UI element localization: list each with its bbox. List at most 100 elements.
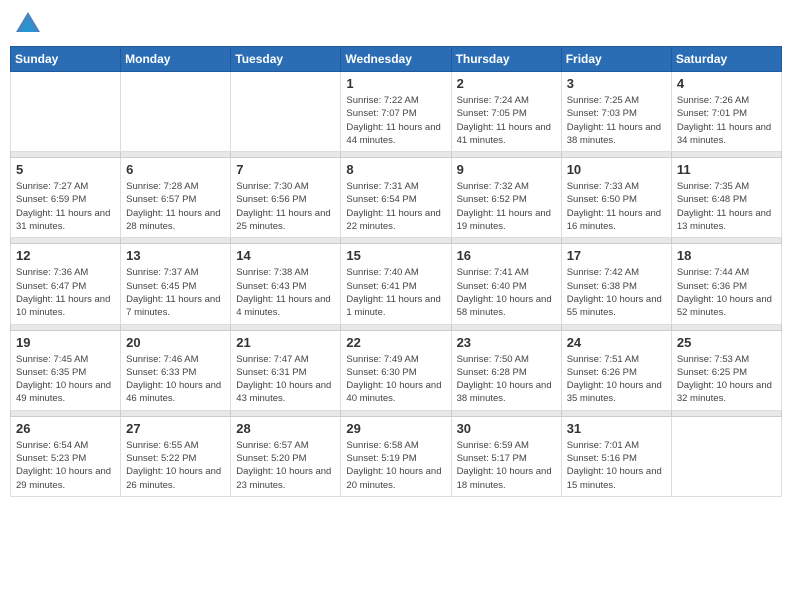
day-info: Sunrise: 7:44 AMSunset: 6:36 PMDaylight:… (677, 266, 776, 319)
day-number: 4 (677, 76, 776, 91)
day-number: 14 (236, 248, 335, 263)
day-info: Sunrise: 6:55 AMSunset: 5:22 PMDaylight:… (126, 439, 225, 492)
calendar-cell: 9 Sunrise: 7:32 AMSunset: 6:52 PMDaylight… (451, 158, 561, 238)
day-number: 13 (126, 248, 225, 263)
day-number: 7 (236, 162, 335, 177)
day-number: 11 (677, 162, 776, 177)
day-info: Sunrise: 7:38 AMSunset: 6:43 PMDaylight:… (236, 266, 335, 319)
weekday-header-monday: Monday (121, 47, 231, 72)
day-info: Sunrise: 7:22 AMSunset: 7:07 PMDaylight:… (346, 94, 445, 147)
day-number: 2 (457, 76, 556, 91)
day-number: 19 (16, 335, 115, 350)
day-number: 15 (346, 248, 445, 263)
day-number: 6 (126, 162, 225, 177)
calendar-cell: 3Sunrise: 7:25 AMSunset: 7:03 PMDaylight… (561, 72, 671, 152)
day-info: Sunrise: 7:53 AMSunset: 6:25 PMDaylight:… (677, 353, 776, 406)
day-number: 5 (16, 162, 115, 177)
day-info: Sunrise: 7:30 AMSunset: 6:56 PMDaylight:… (236, 180, 335, 233)
day-info: Sunrise: 7:47 AMSunset: 6:31 PMDaylight:… (236, 353, 335, 406)
day-info: Sunrise: 7:41 AMSunset: 6:40 PMDaylight:… (457, 266, 556, 319)
calendar-cell: 24Sunrise: 7:51 AMSunset: 6:26 PMDayligh… (561, 330, 671, 410)
day-info: Sunrise: 7:45 AMSunset: 6:35 PMDaylight:… (16, 353, 115, 406)
weekday-header-saturday: Saturday (671, 47, 781, 72)
weekday-header-thursday: Thursday (451, 47, 561, 72)
calendar-cell: 1Sunrise: 7:22 AMSunset: 7:07 PMDaylight… (341, 72, 451, 152)
day-number: 22 (346, 335, 445, 350)
calendar-cell (11, 72, 121, 152)
day-info: Sunrise: 7:32 AMSunset: 6:52 PMDaylight:… (457, 180, 556, 233)
day-number: 29 (346, 421, 445, 436)
calendar-cell: 4 Sunrise: 7:26 AMSunset: 7:01 PMDaylight… (671, 72, 781, 152)
day-info: Sunrise: 7:01 AMSunset: 5:16 PMDaylight:… (567, 439, 666, 492)
day-info: Sunrise: 7:26 AMSunset: 7:01 PMDaylight:… (677, 94, 776, 147)
calendar-cell: 11 Sunrise: 7:35 AMSunset: 6:48 PMDayligh… (671, 158, 781, 238)
logo-icon (14, 10, 42, 38)
calendar-cell: 7 Sunrise: 7:30 AMSunset: 6:56 PMDaylight… (231, 158, 341, 238)
calendar-cell: 19 Sunrise: 7:45 AMSunset: 6:35 PMDayligh… (11, 330, 121, 410)
calendar-cell: 12Sunrise: 7:36 AMSunset: 6:47 PMDayligh… (11, 244, 121, 324)
calendar-cell (121, 72, 231, 152)
day-info: Sunrise: 7:28 AMSunset: 6:57 PMDaylight:… (126, 180, 225, 233)
day-number: 20 (126, 335, 225, 350)
calendar-cell: 8 Sunrise: 7:31 AMSunset: 6:54 PMDaylight… (341, 158, 451, 238)
day-number: 18 (677, 248, 776, 263)
day-number: 27 (126, 421, 225, 436)
day-number: 24 (567, 335, 666, 350)
page-header (10, 10, 782, 38)
day-number: 28 (236, 421, 335, 436)
calendar-cell: 25 Sunrise: 7:53 AMSunset: 6:25 PMDayligh… (671, 330, 781, 410)
day-info: Sunrise: 7:40 AMSunset: 6:41 PMDaylight:… (346, 266, 445, 319)
calendar-cell: 2 Sunrise: 7:24 AMSunset: 7:05 PMDaylight… (451, 72, 561, 152)
calendar-cell: 28 Sunrise: 6:57 AMSunset: 5:20 PMDayligh… (231, 416, 341, 496)
calendar-cell: 23 Sunrise: 7:50 AMSunset: 6:28 PMDayligh… (451, 330, 561, 410)
calendar-cell (671, 416, 781, 496)
weekday-header-friday: Friday (561, 47, 671, 72)
day-number: 16 (457, 248, 556, 263)
day-number: 9 (457, 162, 556, 177)
day-info: Sunrise: 7:25 AMSunset: 7:03 PMDaylight:… (567, 94, 666, 147)
day-number: 23 (457, 335, 556, 350)
calendar-week-row: 1Sunrise: 7:22 AMSunset: 7:07 PMDaylight… (11, 72, 782, 152)
calendar-cell (231, 72, 341, 152)
calendar-week-row: 26Sunrise: 6:54 AMSunset: 5:23 PMDayligh… (11, 416, 782, 496)
calendar-cell: 31 Sunrise: 7:01 AMSunset: 5:16 PMDayligh… (561, 416, 671, 496)
day-number: 31 (567, 421, 666, 436)
calendar-cell: 17 Sunrise: 7:42 AMSunset: 6:38 PMDayligh… (561, 244, 671, 324)
day-info: Sunrise: 7:35 AMSunset: 6:48 PMDaylight:… (677, 180, 776, 233)
day-info: Sunrise: 7:42 AMSunset: 6:38 PMDaylight:… (567, 266, 666, 319)
day-info: Sunrise: 6:57 AMSunset: 5:20 PMDaylight:… (236, 439, 335, 492)
day-info: Sunrise: 7:50 AMSunset: 6:28 PMDaylight:… (457, 353, 556, 406)
calendar-week-row: 19 Sunrise: 7:45 AMSunset: 6:35 PMDayligh… (11, 330, 782, 410)
calendar-cell: 5 Sunrise: 7:27 AMSunset: 6:59 PMDaylight… (11, 158, 121, 238)
day-number: 10 (567, 162, 666, 177)
day-info: Sunrise: 7:33 AMSunset: 6:50 PMDaylight:… (567, 180, 666, 233)
calendar-cell: 14 Sunrise: 7:38 AMSunset: 6:43 PMDayligh… (231, 244, 341, 324)
calendar-cell: 22 Sunrise: 7:49 AMSunset: 6:30 PMDayligh… (341, 330, 451, 410)
weekday-header-wednesday: Wednesday (341, 47, 451, 72)
calendar-cell: 30Sunrise: 6:59 AMSunset: 5:17 PMDayligh… (451, 416, 561, 496)
calendar-cell: 29 Sunrise: 6:58 AMSunset: 5:19 PMDayligh… (341, 416, 451, 496)
day-info: Sunrise: 7:31 AMSunset: 6:54 PMDaylight:… (346, 180, 445, 233)
day-info: Sunrise: 6:54 AMSunset: 5:23 PMDaylight:… (16, 439, 115, 492)
calendar-cell: 18 Sunrise: 7:44 AMSunset: 6:36 PMDayligh… (671, 244, 781, 324)
day-number: 17 (567, 248, 666, 263)
day-info: Sunrise: 7:24 AMSunset: 7:05 PMDaylight:… (457, 94, 556, 147)
weekday-header-tuesday: Tuesday (231, 47, 341, 72)
calendar-cell: 20Sunrise: 7:46 AMSunset: 6:33 PMDayligh… (121, 330, 231, 410)
calendar-cell: 15 Sunrise: 7:40 AMSunset: 6:41 PMDayligh… (341, 244, 451, 324)
day-info: Sunrise: 6:58 AMSunset: 5:19 PMDaylight:… (346, 439, 445, 492)
logo (14, 10, 46, 38)
calendar-table: SundayMondayTuesdayWednesdayThursdayFrid… (10, 46, 782, 497)
calendar-cell: 13 Sunrise: 7:37 AMSunset: 6:45 PMDayligh… (121, 244, 231, 324)
calendar-week-row: 12Sunrise: 7:36 AMSunset: 6:47 PMDayligh… (11, 244, 782, 324)
day-number: 25 (677, 335, 776, 350)
calendar-cell: 27 Sunrise: 6:55 AMSunset: 5:22 PMDayligh… (121, 416, 231, 496)
day-info: Sunrise: 7:49 AMSunset: 6:30 PMDaylight:… (346, 353, 445, 406)
day-number: 12 (16, 248, 115, 263)
day-info: Sunrise: 7:37 AMSunset: 6:45 PMDaylight:… (126, 266, 225, 319)
calendar-cell: 26Sunrise: 6:54 AMSunset: 5:23 PMDayligh… (11, 416, 121, 496)
day-info: Sunrise: 7:27 AMSunset: 6:59 PMDaylight:… (16, 180, 115, 233)
day-number: 8 (346, 162, 445, 177)
day-number: 21 (236, 335, 335, 350)
weekday-header-sunday: Sunday (11, 47, 121, 72)
